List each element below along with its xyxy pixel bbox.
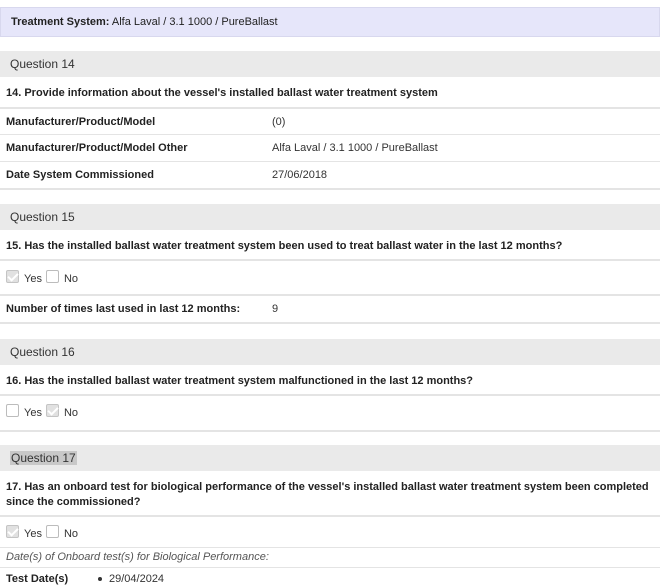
date-commissioned-row: Date System Commissioned 27/06/2018 [6,169,656,185]
divider [0,515,660,517]
question-15-text: 15. Has the installed ballast water trea… [6,240,563,252]
treatment-system-label: Treatment System: [11,16,110,28]
bullet-icon [98,577,102,582]
test-dates-label: Test Date(s) [6,573,69,585]
times-used-label: Number of times last used in last 12 mon… [6,303,241,315]
manufacturer-value: (0) [272,116,286,128]
question-17-header: Question 17 [0,445,660,471]
question-16-header: Question 16 [0,339,660,365]
yes-label: Yes [24,272,42,285]
times-used-row: Number of times last used in last 12 mon… [6,303,656,319]
biological-test-dates-note: Date(s) of Onboard test(s) for Biologica… [6,551,269,563]
treatment-system-value: Alfa Laval / 3.1 1000 / PureBallast [111,16,278,28]
manufacturer-label: Manufacturer/Product/Model [6,116,156,128]
divider [0,547,660,548]
question-15-answer: Yes No [6,270,82,288]
times-used-value: 9 [272,303,279,315]
question-16-answer: Yes No [6,404,82,422]
divider [0,430,660,432]
no-checkbox[interactable] [45,404,59,417]
test-date-item: 29/04/2024 [98,573,164,585]
yes-checkbox[interactable] [6,525,19,538]
yes-label: Yes [24,406,42,419]
question-17-text: 17. Has an onboard test for biological p… [6,481,649,508]
yes-checkbox[interactable] [6,270,19,283]
date-commissioned-label: Date System Commissioned [6,169,154,181]
question-14-header: Question 14 [0,51,660,77]
divider [0,394,660,396]
divider [0,294,660,296]
question-17-answer: Yes No [6,525,82,543]
divider [0,107,660,109]
manufacturer-other-row: Manufacturer/Product/Model Other Alfa La… [6,142,656,158]
test-date-value: 29/04/2024 [109,573,165,585]
treatment-system-banner: Treatment System: Alfa Laval / 3.1 1000 … [0,7,660,37]
manufacturer-other-value: Alfa Laval / 3.1 1000 / PureBallast [272,142,438,154]
no-checkbox[interactable] [45,270,59,283]
divider [0,188,660,190]
divider [0,567,660,568]
divider [0,161,660,162]
date-commissioned-value: 27/06/2018 [272,169,328,181]
no-label: No [63,527,79,540]
yes-checkbox[interactable] [6,404,19,417]
question-16-text: 16. Has the installed ballast water trea… [6,375,474,387]
no-label: No [63,406,79,419]
divider [0,134,660,135]
question-15-header: Question 15 [0,204,660,230]
divider [0,322,660,324]
question-17-header-label: Question 17 [10,451,77,465]
no-checkbox[interactable] [45,525,59,538]
divider [0,259,660,261]
no-label: No [63,272,79,285]
manufacturer-other-label: Manufacturer/Product/Model Other [6,142,188,154]
question-14-text: 14. Provide information about the vessel… [6,87,438,99]
yes-label: Yes [24,527,42,540]
manufacturer-row: Manufacturer/Product/Model (0) [6,116,656,132]
